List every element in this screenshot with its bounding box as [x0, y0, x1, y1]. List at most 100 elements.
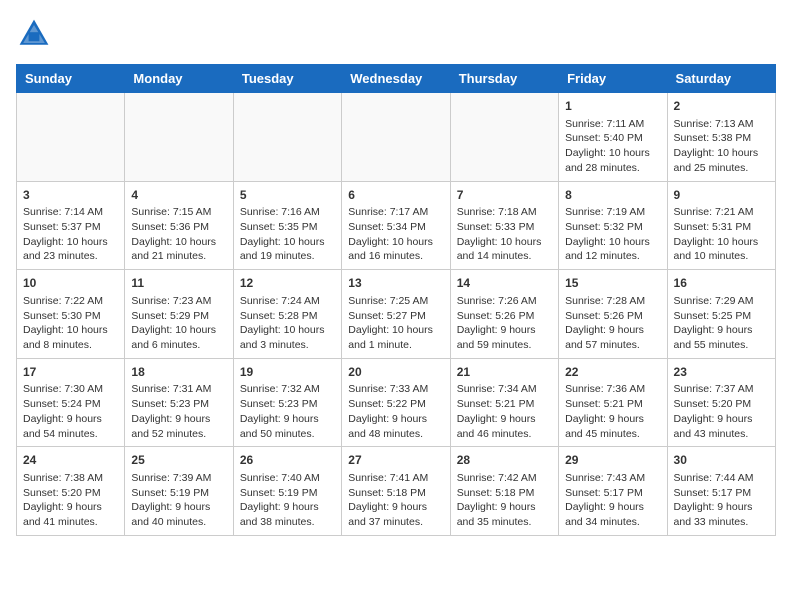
weekday-header-monday: Monday — [125, 65, 233, 93]
weekday-header-tuesday: Tuesday — [233, 65, 341, 93]
day-number: 30 — [674, 452, 769, 469]
calendar-cell: 13 Sunrise: 7:25 AMSunset: 5:27 PMDayligh… — [342, 270, 450, 359]
calendar-week-3: 10 Sunrise: 7:22 AMSunset: 5:30 PMDayligh… — [17, 270, 776, 359]
calendar-cell: 6Sunrise: 7:17 AMSunset: 5:34 PMDaylight… — [342, 181, 450, 270]
day-number: 14 — [457, 275, 552, 292]
day-number: 19 — [240, 364, 335, 381]
calendar-cell: 24 Sunrise: 7:38 AMSunset: 5:20 PMDayligh… — [17, 447, 125, 536]
weekday-header-saturday: Saturday — [667, 65, 775, 93]
calendar-cell: 15 Sunrise: 7:28 AMSunset: 5:26 PMDayligh… — [559, 270, 667, 359]
day-number: 15 — [565, 275, 660, 292]
calendar-cell: 30Sunrise: 7:44 AMSunset: 5:17 PMDayligh… — [667, 447, 775, 536]
day-info: Sunrise: 7:30 AMSunset: 5:24 PMDaylight:… — [23, 382, 118, 441]
calendar-cell: 18Sunrise: 7:31 AMSunset: 5:23 PMDayligh… — [125, 358, 233, 447]
day-number: 3 — [23, 187, 118, 204]
day-number: 9 — [674, 187, 769, 204]
day-info: Sunrise: 7:38 AMSunset: 5:20 PMDaylight:… — [23, 471, 118, 530]
day-info: Sunrise: 7:42 AMSunset: 5:18 PMDaylight:… — [457, 471, 552, 530]
calendar-cell: 19Sunrise: 7:32 AMSunset: 5:23 PMDayligh… — [233, 358, 341, 447]
day-info: Sunrise: 7:18 AMSunset: 5:33 PMDaylight:… — [457, 205, 552, 264]
day-number: 21 — [457, 364, 552, 381]
day-info: Sunrise: 7:16 AMSunset: 5:35 PMDaylight:… — [240, 205, 335, 264]
day-number: 17 — [23, 364, 118, 381]
weekday-header-sunday: Sunday — [17, 65, 125, 93]
page-header — [16, 16, 776, 52]
calendar-cell: 4Sunrise: 7:15 AMSunset: 5:36 PMDaylight… — [125, 181, 233, 270]
day-number: 8 — [565, 187, 660, 204]
day-info: Sunrise: 7:39 AMSunset: 5:19 PMDaylight:… — [131, 471, 226, 530]
calendar-table: SundayMondayTuesdayWednesdayThursdayFrid… — [16, 64, 776, 536]
day-info: Sunrise: 7:25 AMSunset: 5:27 PMDaylight:… — [348, 294, 443, 353]
day-info: Sunrise: 7:14 AMSunset: 5:37 PMDaylight:… — [23, 205, 118, 264]
calendar-cell: 2 Sunrise: 7:13 AMSunset: 5:38 PMDaylight… — [667, 93, 775, 182]
day-info: Sunrise: 7:24 AMSunset: 5:28 PMDaylight:… — [240, 294, 335, 353]
calendar-cell: 11 Sunrise: 7:23 AMSunset: 5:29 PMDayligh… — [125, 270, 233, 359]
day-info: Sunrise: 7:33 AMSunset: 5:22 PMDaylight:… — [348, 382, 443, 441]
calendar-cell — [450, 93, 558, 182]
weekday-header-wednesday: Wednesday — [342, 65, 450, 93]
calendar-cell: 3Sunrise: 7:14 AMSunset: 5:37 PMDaylight… — [17, 181, 125, 270]
day-info: Sunrise: 7:21 AMSunset: 5:31 PMDaylight:… — [674, 205, 769, 264]
calendar-cell — [233, 93, 341, 182]
calendar-cell — [17, 93, 125, 182]
day-number: 20 — [348, 364, 443, 381]
day-info: Sunrise: 7:41 AMSunset: 5:18 PMDaylight:… — [348, 471, 443, 530]
day-number: 2 — [674, 98, 769, 115]
day-number: 12 — [240, 275, 335, 292]
day-number: 10 — [23, 275, 118, 292]
calendar-cell: 22Sunrise: 7:36 AMSunset: 5:21 PMDayligh… — [559, 358, 667, 447]
logo-icon — [16, 16, 52, 52]
day-info: Sunrise: 7:23 AMSunset: 5:29 PMDaylight:… — [131, 294, 226, 353]
logo — [16, 16, 56, 52]
calendar-week-2: 3Sunrise: 7:14 AMSunset: 5:37 PMDaylight… — [17, 181, 776, 270]
day-number: 22 — [565, 364, 660, 381]
day-number: 5 — [240, 187, 335, 204]
day-number: 27 — [348, 452, 443, 469]
day-info: Sunrise: 7:15 AMSunset: 5:36 PMDaylight:… — [131, 205, 226, 264]
day-info: Sunrise: 7:17 AMSunset: 5:34 PMDaylight:… — [348, 205, 443, 264]
day-number: 18 — [131, 364, 226, 381]
day-number: 13 — [348, 275, 443, 292]
calendar-cell: 14 Sunrise: 7:26 AMSunset: 5:26 PMDayligh… — [450, 270, 558, 359]
day-number: 6 — [348, 187, 443, 204]
weekday-header-friday: Friday — [559, 65, 667, 93]
day-number: 28 — [457, 452, 552, 469]
day-info: Sunrise: 7:34 AMSunset: 5:21 PMDaylight:… — [457, 382, 552, 441]
calendar-cell: 10 Sunrise: 7:22 AMSunset: 5:30 PMDayligh… — [17, 270, 125, 359]
calendar-cell: 1Sunrise: 7:11 AMSunset: 5:40 PMDaylight… — [559, 93, 667, 182]
calendar-cell: 28 Sunrise: 7:42 AMSunset: 5:18 PMDayligh… — [450, 447, 558, 536]
calendar-week-5: 24 Sunrise: 7:38 AMSunset: 5:20 PMDayligh… — [17, 447, 776, 536]
day-info: Sunrise: 7:31 AMSunset: 5:23 PMDaylight:… — [131, 382, 226, 441]
calendar-cell: 26 Sunrise: 7:40 AMSunset: 5:19 PMDayligh… — [233, 447, 341, 536]
calendar-cell: 5Sunrise: 7:16 AMSunset: 5:35 PMDaylight… — [233, 181, 341, 270]
day-info: Sunrise: 7:13 AMSunset: 5:38 PMDaylight:… — [674, 117, 769, 176]
day-info: Sunrise: 7:43 AMSunset: 5:17 PMDaylight:… — [565, 471, 660, 530]
calendar-cell: 12 Sunrise: 7:24 AMSunset: 5:28 PMDayligh… — [233, 270, 341, 359]
calendar-cell — [342, 93, 450, 182]
weekday-header-thursday: Thursday — [450, 65, 558, 93]
calendar-cell: 20Sunrise: 7:33 AMSunset: 5:22 PMDayligh… — [342, 358, 450, 447]
calendar-week-4: 17Sunrise: 7:30 AMSunset: 5:24 PMDayligh… — [17, 358, 776, 447]
calendar-cell: 16Sunrise: 7:29 AMSunset: 5:25 PMDayligh… — [667, 270, 775, 359]
calendar-header-row: SundayMondayTuesdayWednesdayThursdayFrid… — [17, 65, 776, 93]
day-number: 24 — [23, 452, 118, 469]
day-info: Sunrise: 7:11 AMSunset: 5:40 PMDaylight:… — [565, 117, 660, 176]
calendar-cell: 25Sunrise: 7:39 AMSunset: 5:19 PMDayligh… — [125, 447, 233, 536]
calendar-cell: 17Sunrise: 7:30 AMSunset: 5:24 PMDayligh… — [17, 358, 125, 447]
day-info: Sunrise: 7:19 AMSunset: 5:32 PMDaylight:… — [565, 205, 660, 264]
calendar-cell: 21Sunrise: 7:34 AMSunset: 5:21 PMDayligh… — [450, 358, 558, 447]
day-info: Sunrise: 7:29 AMSunset: 5:25 PMDaylight:… — [674, 294, 769, 353]
day-info: Sunrise: 7:40 AMSunset: 5:19 PMDaylight:… — [240, 471, 335, 530]
calendar-cell: 27 Sunrise: 7:41 AMSunset: 5:18 PMDayligh… — [342, 447, 450, 536]
day-info: Sunrise: 7:32 AMSunset: 5:23 PMDaylight:… — [240, 382, 335, 441]
calendar-cell — [125, 93, 233, 182]
day-number: 11 — [131, 275, 226, 292]
calendar-cell: 7Sunrise: 7:18 AMSunset: 5:33 PMDaylight… — [450, 181, 558, 270]
day-number: 26 — [240, 452, 335, 469]
day-info: Sunrise: 7:28 AMSunset: 5:26 PMDaylight:… — [565, 294, 660, 353]
day-number: 29 — [565, 452, 660, 469]
day-info: Sunrise: 7:26 AMSunset: 5:26 PMDaylight:… — [457, 294, 552, 353]
calendar-cell: 29 Sunrise: 7:43 AMSunset: 5:17 PMDayligh… — [559, 447, 667, 536]
day-info: Sunrise: 7:22 AMSunset: 5:30 PMDaylight:… — [23, 294, 118, 353]
day-number: 23 — [674, 364, 769, 381]
